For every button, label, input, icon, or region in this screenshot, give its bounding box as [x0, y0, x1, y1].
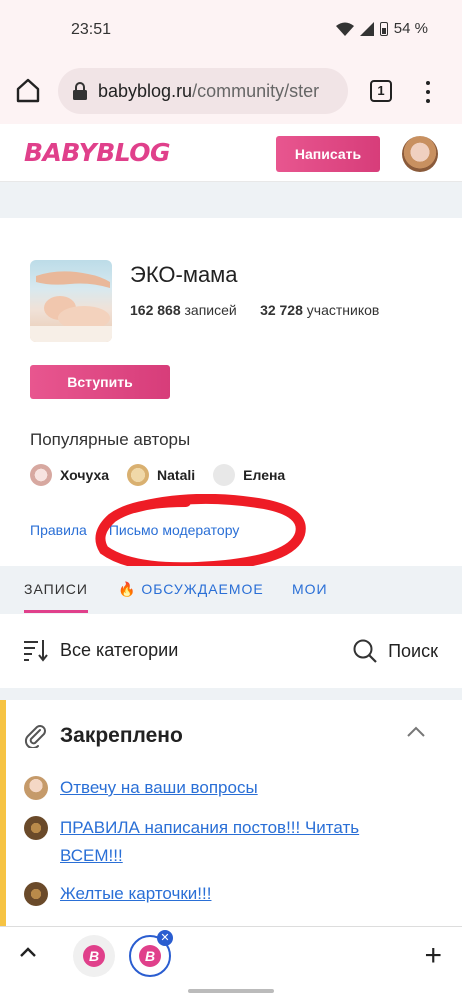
popular-authors-title: Популярные авторы — [30, 430, 191, 449]
members-label: участников — [306, 302, 380, 318]
more-menu-icon[interactable] — [420, 78, 436, 106]
author-item[interactable]: Natali — [127, 464, 195, 486]
battery-level: 54 % — [393, 20, 428, 37]
author-avatar — [127, 464, 150, 486]
sort-icon — [24, 640, 48, 662]
community-links: Правила Письмо модератору — [30, 522, 239, 538]
url-text: babyblog.ru/community/ster — [98, 81, 319, 102]
author-name: Елена — [243, 467, 286, 483]
site-header: BABYBLOG Написать — [0, 124, 462, 182]
new-tab-button[interactable]: + — [424, 941, 442, 971]
popular-authors-list: Хочуха Natali Елена — [30, 464, 285, 486]
url-host: babyblog.ru — [98, 80, 193, 101]
pinned-item[interactable]: Желтые карточки!!! — [24, 880, 211, 908]
status-icons: 54 % — [335, 20, 428, 37]
signal-icon — [359, 21, 374, 36]
status-time: 23:51 — [71, 21, 112, 38]
search-icon — [353, 639, 377, 663]
tab-thumbnail[interactable]: B — [73, 935, 115, 977]
pinned-item[interactable]: Отвечу на ваши вопросы — [24, 774, 258, 802]
tab-posts[interactable]: ЗАПИСИ — [24, 581, 88, 597]
rules-link[interactable]: Правила — [30, 522, 87, 538]
tab-discussed-label: ОБСУЖДАЕМОЕ — [141, 581, 264, 597]
chevron-up-icon[interactable] — [406, 726, 426, 738]
pinned-header: Закреплено — [24, 724, 183, 748]
browser-toolbar: babyblog.ru/community/ster 1 — [0, 60, 462, 124]
gesture-handle — [188, 989, 274, 993]
pinned-item-link[interactable]: ПРАВИЛА написания постов!!! Читать ВСЕМ!!… — [60, 814, 359, 870]
community-cover-image — [30, 260, 112, 342]
join-button[interactable]: Вступить — [30, 365, 170, 399]
battery-icon — [379, 21, 388, 36]
author-name: Хочуха — [60, 467, 110, 483]
chevron-up-icon[interactable] — [18, 945, 38, 959]
pinned-item-line2: ВСЕМ!!! — [60, 846, 123, 865]
paperclip-icon — [24, 725, 46, 748]
browser-tab-strip: B B ✕ + — [0, 926, 462, 1000]
tab-switcher-button[interactable]: 1 — [370, 80, 392, 102]
lock-icon — [73, 82, 87, 100]
content-tabs: ЗАПИСИ 🔥 ОБСУЖДАЕМОЕ МОИ — [0, 566, 462, 614]
author-avatar — [30, 464, 52, 486]
user-avatar[interactable] — [402, 136, 438, 172]
author-avatar — [213, 464, 236, 486]
search-button[interactable]: Поиск — [352, 638, 438, 664]
community-stats: 162 868 записей 32 728 участников — [130, 302, 379, 318]
write-button[interactable]: Написать — [276, 136, 380, 172]
filter-bar: Все категории Поиск — [0, 614, 462, 688]
pinned-item-avatar — [24, 882, 48, 906]
close-tab-icon[interactable]: ✕ — [157, 930, 173, 946]
posts-count: 162 868 — [130, 302, 181, 318]
url-path: /community/ster — [192, 80, 320, 101]
search-label: Поиск — [388, 640, 438, 661]
home-icon[interactable] — [14, 76, 42, 104]
pinned-item-avatar — [24, 816, 48, 840]
members-count: 32 728 — [260, 302, 303, 318]
author-name: Natali — [157, 467, 196, 483]
tab-mine[interactable]: МОИ — [292, 581, 328, 597]
fire-icon: 🔥 — [118, 581, 137, 597]
author-item[interactable]: Елена — [213, 464, 285, 486]
author-item[interactable]: Хочуха — [30, 464, 109, 486]
pinned-section: Закреплено Отвечу на ваши вопросы ПРАВИЛ… — [0, 700, 462, 926]
moderator-letter-link[interactable]: Письмо модератору — [109, 522, 239, 538]
tab-discussed[interactable]: 🔥 ОБСУЖДАЕМОЕ — [118, 581, 264, 598]
site-logo[interactable]: BABYBLOG — [24, 138, 171, 167]
community-card: ЭКО-мама 162 868 записей 32 728 участник… — [0, 218, 462, 566]
posts-label: записей — [184, 302, 237, 318]
babyblog-favicon-icon: B — [83, 945, 105, 967]
categories-dropdown[interactable]: Все категории — [22, 638, 178, 662]
community-title: ЭКО-мама — [130, 262, 238, 287]
pinned-item-link[interactable]: Желтые карточки!!! — [60, 880, 211, 908]
pinned-item[interactable]: ПРАВИЛА написания постов!!! Читать ВСЕМ!!… — [24, 814, 359, 870]
wifi-icon — [335, 22, 354, 36]
pinned-item-avatar — [24, 776, 48, 800]
categories-label: Все категории — [60, 639, 179, 660]
babyblog-favicon-icon: B — [139, 945, 161, 967]
pinned-item-link[interactable]: Отвечу на ваши вопросы — [60, 774, 258, 802]
baby-photo — [30, 271, 112, 342]
pinned-accent-bar — [0, 700, 6, 926]
status-bar: 23:51 54 % — [0, 0, 462, 60]
address-bar[interactable]: babyblog.ru/community/ster — [58, 68, 348, 114]
active-tab-indicator — [24, 610, 88, 613]
pinned-item-line1: ПРАВИЛА написания постов!!! Читать — [60, 818, 360, 837]
pinned-title: Закреплено — [60, 724, 183, 747]
